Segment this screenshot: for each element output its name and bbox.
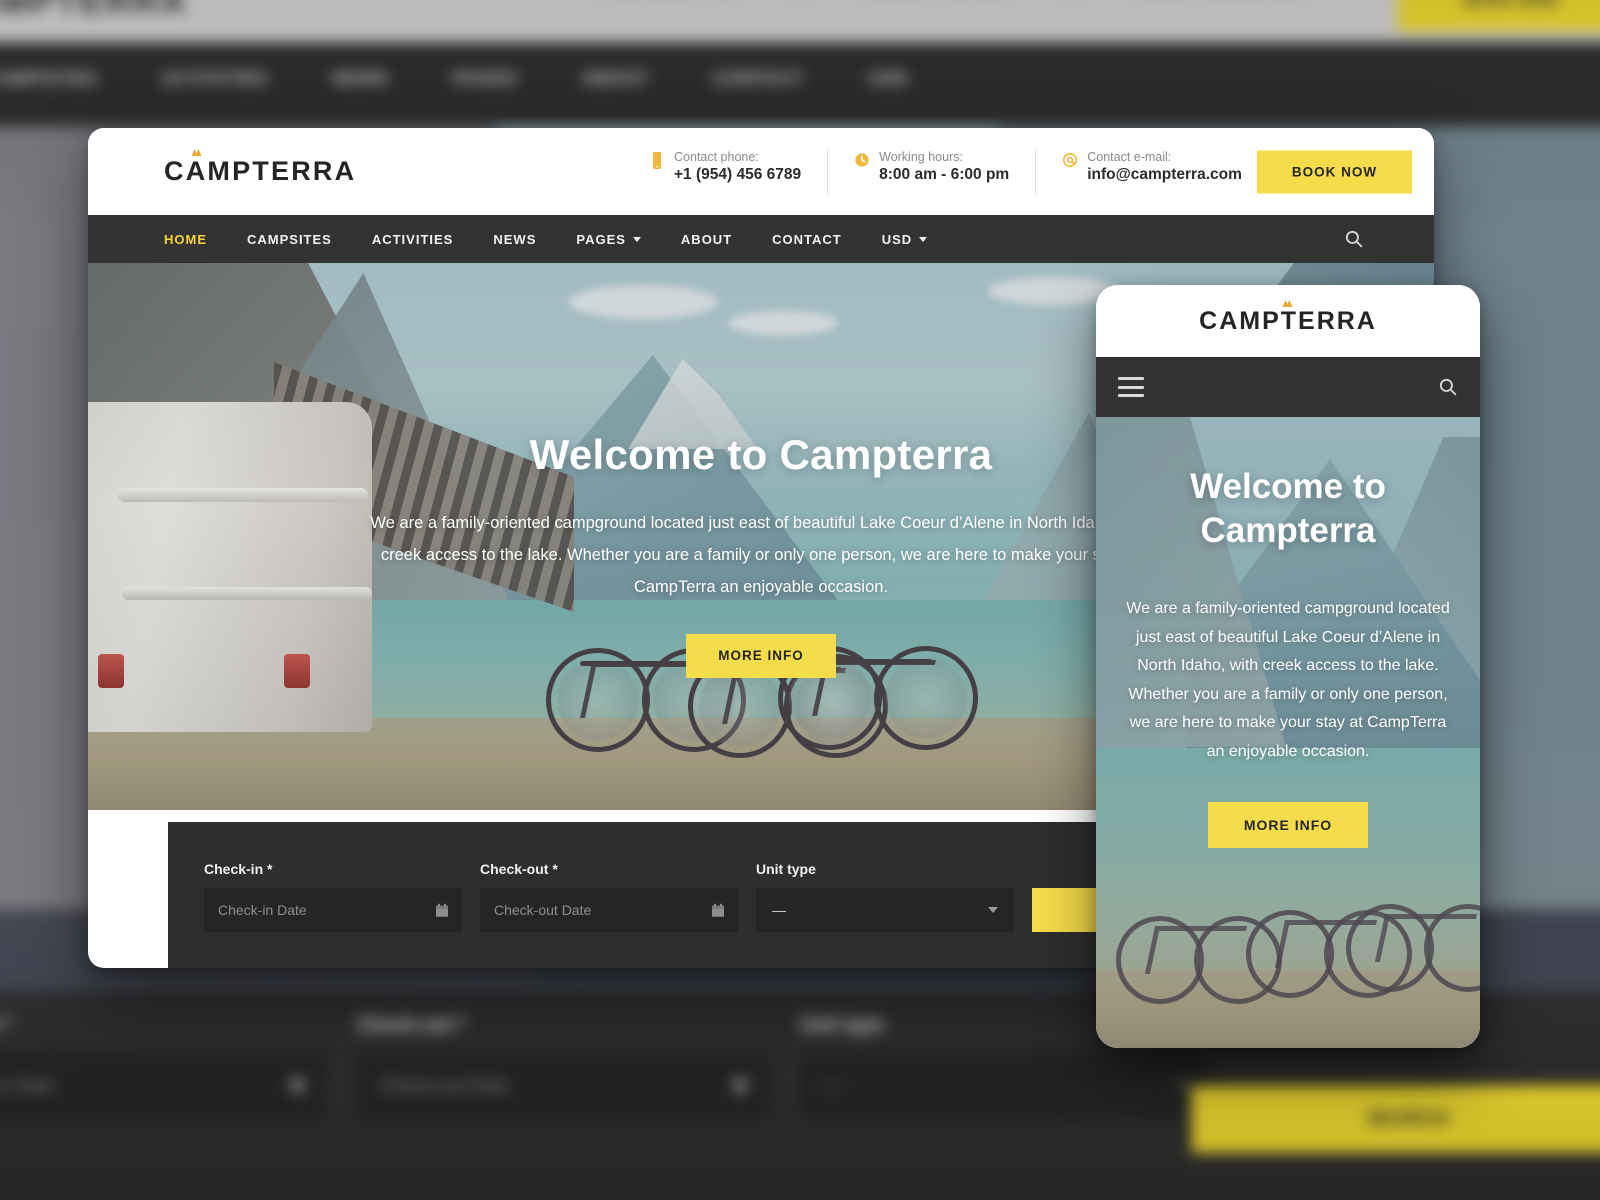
nav-item-contact[interactable]: CONTACT (772, 232, 842, 247)
contact-email-label: Contact e-mail: (1087, 149, 1172, 164)
contact-phone-value: +1 (954) 456 6789 (674, 166, 802, 184)
logo-letter-a: A (185, 149, 208, 187)
nav-item-campsites[interactable]: CAMPSITES (247, 232, 332, 247)
mobile-logo-text-post: MPTERRA (1239, 306, 1377, 335)
contact-info-group: Contact phone: +1 (954) 456 6789 Working… (623, 148, 1268, 195)
checkin-input[interactable] (218, 902, 448, 918)
hero-title: Welcome to Campterra (529, 431, 993, 478)
hero-subtitle: We are a family-oriented campground loca… (370, 514, 1152, 597)
chevron-down-icon (919, 236, 928, 242)
checkout-label-text: Check-out (480, 861, 549, 877)
required-marker: * (552, 861, 558, 877)
mobile-logo-text-pre: C (1199, 306, 1220, 335)
logo-a-char: A (185, 156, 208, 186)
mobile-hero-title: Welcome to Campterra (1120, 465, 1456, 553)
mobile-hero-subtitle: We are a family-oriented campground loca… (1126, 600, 1450, 760)
nav-label: ACTIVITIES (371, 231, 454, 247)
nav-item-about[interactable]: ABOUT (681, 232, 732, 247)
site-logo[interactable]: C AMPTERRA (164, 149, 357, 187)
checkout-input[interactable] (494, 902, 724, 918)
clock-icon (855, 152, 869, 167)
required-marker: * (267, 861, 273, 877)
at-icon (1063, 152, 1078, 167)
mobile-logo-letter-a: A (1219, 299, 1293, 335)
hamburger-line (1118, 385, 1144, 389)
mobile-topbar: C AMPTERRA (1096, 285, 1480, 357)
logo-text-post: MPTERRA (207, 156, 357, 186)
mobile-site-logo[interactable]: C AMPTERRA (1199, 299, 1377, 336)
unit-type-value: — (772, 902, 786, 918)
mobile-hero-content: Welcome to Campterra We are a family-ori… (1096, 465, 1480, 848)
book-now-button[interactable]: BOOK NOW (1257, 150, 1412, 193)
calendar-icon[interactable] (711, 903, 725, 918)
more-info-button[interactable]: MORE INFO (686, 633, 836, 678)
nav-item-currency-usd[interactable]: USD (881, 231, 928, 247)
nav-label: USD (881, 231, 913, 247)
nav-label: PAGES (576, 231, 626, 247)
main-navigation: HOME CAMPSITES ACTIVITIES NEWS PAGES ABO… (88, 215, 1434, 263)
nav-item-home[interactable]: HOME (164, 232, 207, 247)
contact-phone-label: Contact phone: (674, 149, 759, 164)
nav-label: NEWS (493, 231, 537, 247)
checkout-input-wrap[interactable] (480, 888, 738, 932)
phone-icon (653, 151, 661, 169)
mobile-more-info-button[interactable]: MORE INFO (1208, 802, 1368, 848)
unit-type-select[interactable]: — (756, 888, 1014, 932)
contact-email-value: info@campterra.com (1087, 166, 1242, 184)
mobile-hero-title-line2: Campterra (1200, 511, 1376, 551)
checkout-label: Check-out * (480, 861, 738, 877)
unit-type-field-group: Unit type — (756, 861, 1014, 932)
nav-label: CAMPSITES (247, 231, 332, 247)
hamburger-icon[interactable] (1118, 377, 1144, 397)
calendar-icon[interactable] (435, 903, 449, 918)
logo-text-pre: C (164, 156, 186, 186)
hamburger-line (1118, 377, 1144, 380)
checkout-field-group: Check-out * (480, 861, 738, 932)
checkin-field-group: Check-in * (204, 861, 462, 932)
contact-hours-value: 8:00 am - 6:00 pm (879, 166, 1010, 184)
nav-item-pages[interactable]: PAGES (576, 232, 641, 247)
checkin-label-text: Check-in (204, 861, 264, 877)
chevron-down-icon (988, 907, 998, 913)
mobile-logo-a-char: A (1219, 306, 1240, 335)
contact-hours-label: Working hours: (879, 149, 963, 164)
nav-item-activities[interactable]: ACTIVITIES (372, 232, 454, 247)
nav-label: ABOUT (680, 231, 733, 247)
nav-label: HOME (164, 231, 207, 247)
contact-email-block: Contact e-mail: info@campterra.com (1035, 148, 1268, 195)
checkin-input-wrap[interactable] (204, 888, 462, 932)
mobile-preview-device: C AMPTERRA Welcome to Campterra We are a… (1096, 285, 1480, 1048)
mobile-navigation-bar (1096, 357, 1480, 417)
contact-phone-block: Contact phone: +1 (954) 456 6789 (623, 149, 827, 195)
chevron-down-icon (632, 236, 641, 242)
search-icon[interactable] (1344, 229, 1364, 249)
nav-label: CONTACT (772, 231, 842, 247)
mobile-hero-title-line1: Welcome to (1190, 467, 1386, 506)
mobile-hero-section: Welcome to Campterra We are a family-ori… (1096, 417, 1480, 1048)
tent-icon (191, 149, 202, 156)
hamburger-line (1118, 394, 1144, 397)
search-icon[interactable] (1438, 377, 1458, 397)
contact-hours-block: Working hours: 8:00 am - 6:00 pm (827, 148, 1035, 195)
desktop-topbar: C AMPTERRA Contact phone: +1 (954) 456 67… (88, 128, 1434, 215)
unit-type-label: Unit type (756, 861, 816, 877)
nav-item-news[interactable]: NEWS (493, 232, 536, 247)
checkin-label: Check-in * (204, 861, 462, 877)
tent-icon (1282, 299, 1293, 307)
